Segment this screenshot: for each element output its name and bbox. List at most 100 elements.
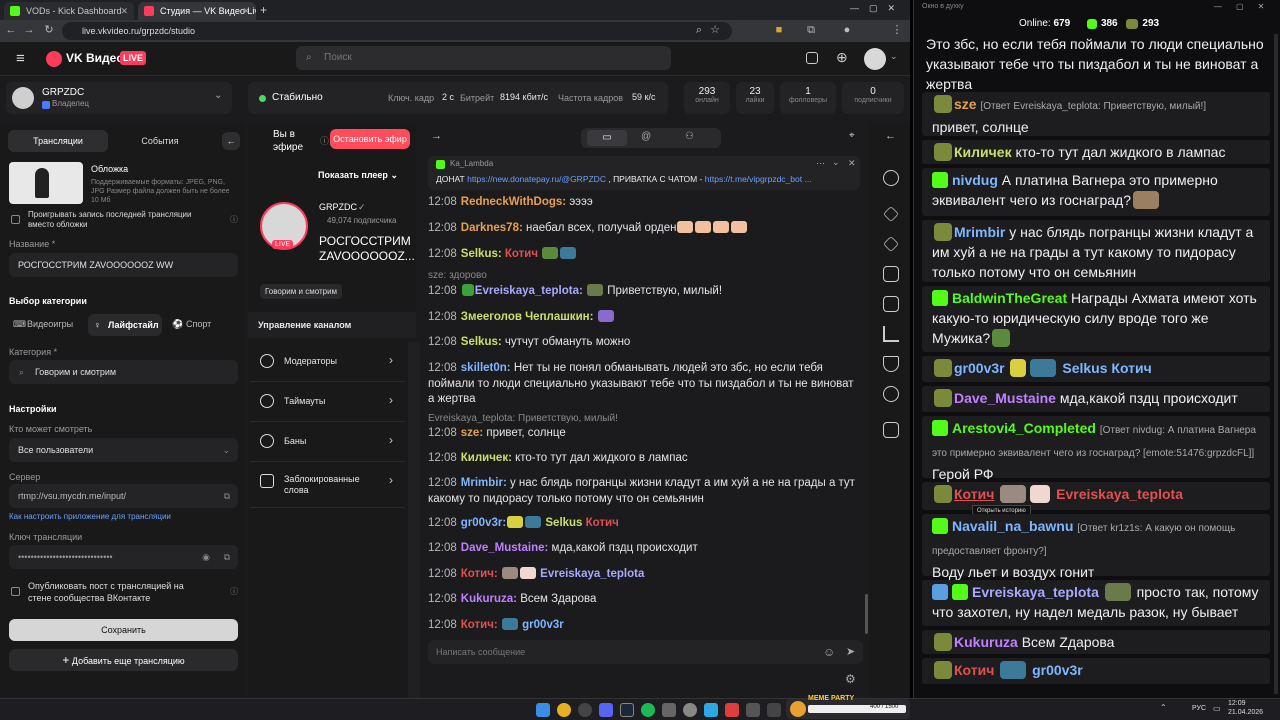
chat-bubble-icon[interactable]: ▭	[587, 130, 627, 146]
reload-icon[interactable]: ↻	[42, 23, 56, 37]
chat-user[interactable]: Selkus:	[461, 336, 502, 348]
chat-user[interactable]: Котич	[954, 662, 994, 678]
new-tab-button[interactable]: +	[260, 3, 267, 17]
chat-user[interactable]: gr00v3r:	[461, 517, 506, 529]
chat-message[interactable]: sze [Ответ Evreiskaya_teplota: Приветств…	[922, 92, 1270, 136]
chat-user[interactable]: sze:	[461, 427, 483, 439]
chat-message[interactable]: 12:08 skillet0n: Нет ты не понял обманыва…	[428, 361, 858, 408]
stream-key-field[interactable]: •••••••••••••••••••••••••••••• ◉ ⧉	[9, 545, 238, 569]
server-field[interactable]: rtmp://vsu.mycdn.me/input/ ⧉	[9, 484, 238, 508]
chat-user[interactable]: Dave_Mustaine:	[461, 542, 549, 554]
chat-message[interactable]: 12:08 Selkus: чутчут обмануть можно	[428, 336, 630, 348]
chat-user[interactable]: Evreiskaya_teplota:	[475, 285, 583, 297]
chat-user[interactable]: sze	[954, 96, 977, 112]
chat-message[interactable]: Dave_Mustaine мда,какой пздц происходит	[922, 386, 1270, 412]
app-icon[interactable]	[683, 703, 697, 717]
close-window-icon[interactable]: ✕	[888, 3, 906, 13]
hamburger-menu-icon[interactable]: ≡	[16, 50, 25, 67]
clock-date[interactable]: 21.04.2026	[1228, 709, 1263, 716]
trophy-icon[interactable]	[883, 356, 899, 372]
save-button[interactable]: Сохранить	[9, 619, 238, 641]
menu-moderators[interactable]: Модераторы ›	[250, 342, 405, 382]
close-tab-icon[interactable]: ✕	[242, 2, 250, 20]
network-icon[interactable]: ▭	[1213, 704, 1221, 713]
chat-message[interactable]: Киличек кто-то тут дал жидкого в лампас	[922, 140, 1270, 164]
vk-logo-text[interactable]: VK Видео	[66, 51, 124, 65]
chat-user[interactable]: RedneckWithDogs:	[461, 196, 566, 208]
chat-scrollbar[interactable]	[1274, 34, 1278, 694]
profile-icon[interactable]: ●	[840, 23, 854, 37]
app-icon[interactable]	[704, 703, 718, 717]
who-can-watch-select[interactable]: Все пользователи ⌄	[9, 438, 238, 462]
howto-link[interactable]: Как настроить приложение для трансляции	[9, 512, 171, 521]
chat-user[interactable]: BaldwinTheGreat	[952, 290, 1067, 306]
back-icon[interactable]: ←	[4, 23, 18, 37]
stream-title-input[interactable]: РОСГОССТРИМ ZAVOOOOOOZ WW	[9, 253, 238, 277]
media-widget[interactable]: MEME PARTY 400 / 1500	[786, 695, 910, 719]
start-icon[interactable]	[536, 703, 550, 717]
tab-broadcasts[interactable]: Трансляции	[8, 130, 108, 152]
chat-user[interactable]: Котич:	[461, 568, 498, 580]
chat-message[interactable]: 12:08 Mrimbir: у нас блядь погранцы жизни…	[428, 476, 858, 507]
menu-blocked-words[interactable]: Заблокированные слова ›	[250, 462, 405, 508]
url-field[interactable]: live.vkvideo.ru/grpzdc/studio	[62, 22, 732, 40]
users-icon[interactable]: ⚇	[685, 131, 694, 142]
donate-link[interactable]: https://new.donatepay.ru/@GRPZDC	[467, 174, 606, 184]
maximize-icon[interactable]: ▢	[869, 3, 888, 13]
add-broadcast-button[interactable]: + Добавить еще трансляцию	[9, 649, 238, 671]
chat-settings-icon[interactable]: ⚙	[845, 672, 856, 686]
spotify-icon[interactable]	[641, 703, 655, 717]
forward-icon[interactable]: →	[22, 23, 36, 37]
menu-timeouts[interactable]: Таймауты ›	[250, 382, 405, 422]
chat-user[interactable]: Котич:	[461, 619, 498, 631]
chat-user[interactable]: Darknes78:	[461, 222, 523, 234]
chat-message[interactable]: 12:08 gr00v3r: Selkus Котич	[428, 516, 619, 529]
chat-message[interactable]: 12:08 Котич: Evreiskaya_teplota	[428, 567, 644, 580]
notifications-icon[interactable]	[806, 52, 818, 64]
chat-message[interactable]: Kukuruza Всем Zдарова	[922, 630, 1270, 654]
chat-user[interactable]: Evreiskaya_teplota	[972, 584, 1099, 600]
maximize-icon[interactable]: ▢	[1236, 2, 1258, 11]
avatar[interactable]	[864, 48, 886, 70]
chat-message[interactable]: Это збс, но если тебя поймали то люди сп…	[922, 32, 1270, 92]
chat-message[interactable]: 12:08 Darknes78: наебал всех, получай орд…	[428, 221, 748, 234]
chat-user[interactable]: Киличек	[954, 144, 1012, 160]
chat-message[interactable]: Navalil_na_bawnu [Ответ kr1z1s: А какую …	[922, 514, 1270, 580]
settings-icon[interactable]	[883, 170, 899, 186]
collapse-icon[interactable]: ⌄	[832, 157, 840, 168]
stream-icon[interactable]	[883, 422, 899, 438]
app-icon[interactable]	[578, 703, 592, 717]
category-sport-tab[interactable]: ⚽ Спорт	[168, 314, 228, 334]
channel-selector[interactable]: GRPZDC Владелец ⌄	[6, 82, 232, 114]
language-indicator[interactable]: РУС	[1192, 705, 1206, 712]
chat-message[interactable]: Mrimbir у нас блядь погранцы жизни кладу…	[922, 220, 1270, 282]
app-icon[interactable]	[662, 703, 676, 717]
chat-message[interactable]: gr00v3r Selkus Котич	[922, 356, 1270, 382]
category-select[interactable]: ⌕ Говорим и смотрим	[9, 360, 238, 384]
add-icon[interactable]: ⊕	[836, 49, 848, 66]
menu-bans[interactable]: Баны ›	[250, 422, 405, 462]
eye-icon[interactable]: ◉	[202, 545, 210, 569]
chat-message[interactable]: 12:08 Selkus: Котич	[428, 247, 577, 260]
category-games-tab[interactable]: ⌨ Видеоигры	[9, 314, 85, 334]
chat-user[interactable]: Dave_Mustaine	[954, 390, 1056, 406]
clock-time[interactable]: 12:09	[1228, 700, 1246, 707]
copy-icon[interactable]: ⧉	[224, 545, 230, 569]
extensions-puzzle-icon[interactable]: ⧉	[804, 23, 818, 37]
copy-icon[interactable]: ⧉	[224, 484, 230, 508]
chat-user[interactable]: nivdug	[952, 172, 998, 188]
chat-user[interactable]: Котич	[954, 486, 994, 502]
close-icon[interactable]: ✕	[848, 158, 856, 169]
publish-checkbox[interactable]	[11, 587, 20, 596]
chat-user[interactable]: Kukuruza:	[461, 593, 517, 605]
info-icon[interactable]: ⓘ	[230, 214, 238, 225]
stop-stream-button[interactable]: Остановить эфир	[330, 129, 410, 149]
chat-icon[interactable]	[883, 386, 899, 402]
emoji-icon[interactable]: ☺	[823, 640, 835, 664]
collapse-panel-button[interactable]: ←	[222, 132, 240, 150]
chat-user[interactable]: Змееголов Чеплашкин:	[461, 311, 594, 323]
tab-events[interactable]: События	[112, 130, 208, 152]
mention-icon[interactable]: @	[641, 131, 651, 142]
cover-thumbnail[interactable]	[9, 162, 83, 204]
chat-input[interactable]: Написать сообщение ☺ ➤	[428, 640, 863, 664]
